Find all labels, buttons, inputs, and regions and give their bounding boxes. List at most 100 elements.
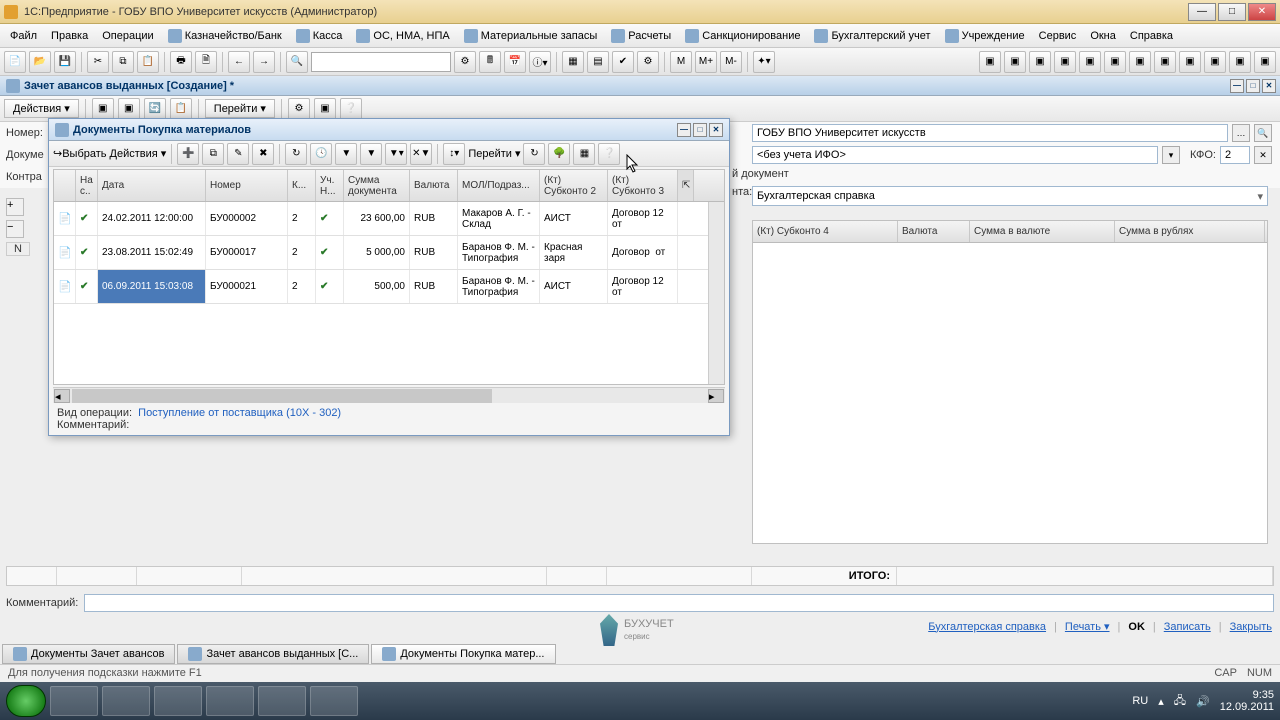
menu-institution[interactable]: Учреждение (939, 26, 1031, 46)
tray-icon[interactable]: ▴ (1158, 695, 1164, 708)
grid-row-2[interactable]: 📄 ✔ 06.09.2011 15:03:08 БУ000021 2 ✔ 500… (54, 270, 724, 304)
modal-goto-dd[interactable]: Перейти ▾ (468, 147, 520, 160)
tb-print[interactable]: 🖶 (170, 51, 192, 73)
mtb-edit[interactable]: ✎ (227, 143, 249, 165)
itb-4[interactable]: 📋 (170, 98, 192, 120)
itb-6[interactable]: ▣ (314, 98, 336, 120)
menu-help[interactable]: Справка (1124, 27, 1179, 45)
mtb-filter3[interactable]: ▼▾ (385, 143, 407, 165)
save-btn[interactable]: Записать (1164, 621, 1211, 633)
mtb-time[interactable]: 🕓 (310, 143, 332, 165)
tb-r6[interactable]: ▣ (1104, 51, 1126, 73)
tb-fwd[interactable]: → (253, 51, 275, 73)
gh-nas[interactable]: На с.. (76, 170, 98, 201)
tb-r12[interactable]: ▣ (1254, 51, 1276, 73)
rgh-1[interactable]: Валюта (898, 221, 970, 242)
menu-cash[interactable]: Касса (290, 26, 349, 46)
tb-m[interactable]: M (670, 51, 692, 73)
mtb-del[interactable]: ✖ (252, 143, 274, 165)
modal-grid[interactable]: На с.. Дата Номер К... Уч. Н... Сумма до… (53, 169, 725, 385)
task-app-1[interactable] (50, 686, 98, 716)
tb-mp[interactable]: M+ (695, 51, 717, 73)
gh-uch[interactable]: Уч. Н... (316, 170, 344, 201)
gh-num[interactable]: Номер (206, 170, 288, 201)
goto-dropdown[interactable]: Перейти ▾ (205, 99, 275, 118)
menu-file[interactable]: Файл (4, 27, 43, 45)
tb-r11[interactable]: ▣ (1229, 51, 1251, 73)
print-dd[interactable]: Печать ▾ (1065, 620, 1110, 633)
tb-r9[interactable]: ▣ (1179, 51, 1201, 73)
menu-calc[interactable]: Расчеты (605, 26, 677, 46)
grid-vscroll[interactable] (708, 202, 724, 384)
scroll-left[interactable]: ◂ (54, 389, 70, 403)
rgh-0[interactable]: (Кт) Субконто 4 (753, 221, 898, 242)
tb-r2[interactable]: ▣ (1004, 51, 1026, 73)
menu-edit[interactable]: Правка (45, 27, 94, 45)
itb-2[interactable]: ▣ (118, 98, 140, 120)
tb-open[interactable]: 📂 (29, 51, 51, 73)
gh-s3[interactable]: (Кт) Субконто 3 (608, 170, 678, 201)
scroll-thumb[interactable] (72, 389, 492, 403)
tb-grid2[interactable]: ▤ (587, 51, 609, 73)
task-app-4[interactable] (206, 686, 254, 716)
ok-btn[interactable]: OK (1128, 621, 1145, 633)
start-button[interactable] (6, 685, 46, 717)
mtb-move[interactable]: ↕▾ (443, 143, 465, 165)
kfo-clear[interactable]: ✕ (1254, 146, 1272, 164)
task-app-2[interactable] (102, 686, 150, 716)
tb-grid1[interactable]: ▦ (562, 51, 584, 73)
rgh-2[interactable]: Сумма в валюте (970, 221, 1115, 242)
menu-assets[interactable]: ОС, НМА, НПА (350, 26, 455, 46)
doctab-close[interactable]: ✕ (1262, 79, 1276, 93)
close-btn[interactable]: Закрыть (1230, 621, 1272, 633)
gh-date[interactable]: Дата (98, 170, 206, 201)
itb-1[interactable]: ▣ (92, 98, 114, 120)
tb-r7[interactable]: ▣ (1129, 51, 1151, 73)
mtb-tree[interactable]: 🌳 (548, 143, 570, 165)
grid-row-0[interactable]: 📄 ✔ 24.02.2011 12:00:00 БУ000002 2 ✔ 23 … (54, 202, 724, 236)
tb-preview[interactable]: 🗎 (195, 51, 217, 73)
menu-treasury[interactable]: Казначейство/Банк (162, 26, 288, 46)
modal-select-btn[interactable]: ↪Выбрать (53, 147, 107, 160)
menu-service[interactable]: Сервис (1033, 27, 1083, 45)
menu-accounting[interactable]: Бухгалтерский учет (808, 26, 936, 46)
task-app-3[interactable] (154, 686, 202, 716)
tb-copy[interactable]: ⧉ (112, 51, 134, 73)
actions-dropdown[interactable]: Действия ▾ (4, 99, 79, 118)
mtb-clear[interactable]: ✕▼ (410, 143, 432, 165)
doctab-min[interactable]: — (1230, 79, 1244, 93)
mtb-filter2[interactable]: ▼ (360, 143, 382, 165)
wtab-1[interactable]: Зачет авансов выданных [С... (177, 644, 369, 664)
menu-windows[interactable]: Окна (1084, 27, 1122, 45)
tb-back[interactable]: ← (228, 51, 250, 73)
mtb-list[interactable]: ▦ (573, 143, 595, 165)
wtab-0[interactable]: Документы Зачет авансов (2, 644, 175, 664)
gh-k[interactable]: К... (288, 170, 316, 201)
itb-help[interactable]: ❔ (340, 98, 362, 120)
tb-r5[interactable]: ▣ (1079, 51, 1101, 73)
tb-r1[interactable]: ▣ (979, 51, 1001, 73)
tb-save[interactable]: 💾 (54, 51, 76, 73)
itb-3[interactable]: 🔄 (144, 98, 166, 120)
tb-search[interactable]: 🔍 (286, 51, 308, 73)
modal-actions-dd[interactable]: Действия ▾ (110, 147, 167, 160)
close-button[interactable]: ✕ (1248, 3, 1276, 21)
tb-paste[interactable]: 📋 (137, 51, 159, 73)
gh-mol[interactable]: МОЛ/Подраз... (458, 170, 540, 201)
ifo-dd[interactable]: ▾ (1162, 146, 1180, 164)
mtb-copy[interactable]: ⧉ (202, 143, 224, 165)
tb-star[interactable]: ✦▾ (753, 51, 775, 73)
maximize-button[interactable]: □ (1218, 3, 1246, 21)
tray-net-icon[interactable]: 🖧 (1174, 692, 1186, 711)
modal-max[interactable]: □ (693, 123, 707, 137)
org-pick[interactable]: … (1232, 124, 1250, 142)
gh-sum[interactable]: Сумма документа (344, 170, 410, 201)
grid-row-1[interactable]: 📄 ✔ 23.08.2011 15:02:49 БУ000017 2 ✔ 5 0… (54, 236, 724, 270)
tb-calc[interactable]: 🖩 (479, 51, 501, 73)
tb-new[interactable]: 📄 (4, 51, 26, 73)
tb-find[interactable]: ⚙ (454, 51, 476, 73)
tb-cut[interactable]: ✂ (87, 51, 109, 73)
tb-r8[interactable]: ▣ (1154, 51, 1176, 73)
rgh-3[interactable]: Сумма в рублях (1115, 221, 1265, 242)
modal-close[interactable]: ✕ (709, 123, 723, 137)
